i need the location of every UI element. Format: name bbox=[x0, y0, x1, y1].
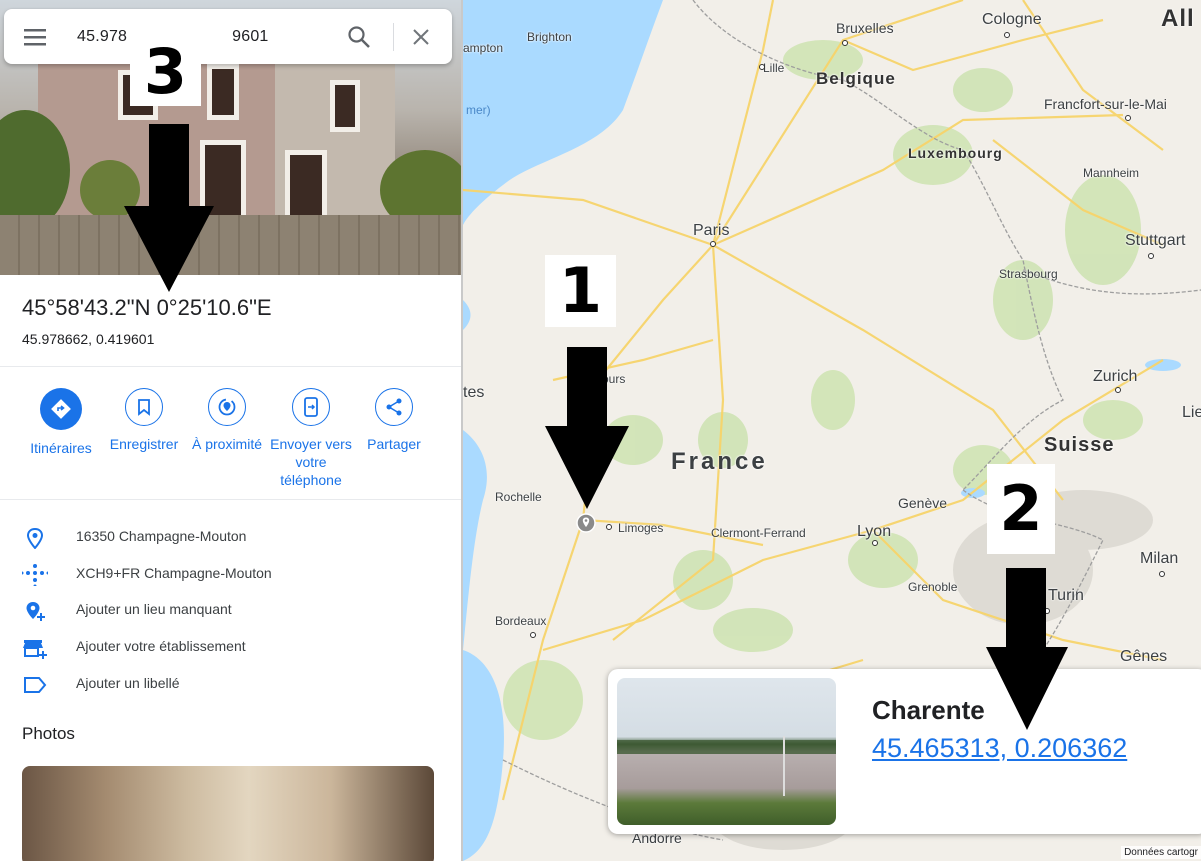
location-marker-icon[interactable] bbox=[576, 513, 596, 533]
map-label-geneve: Genève bbox=[898, 495, 948, 511]
share-icon bbox=[375, 388, 413, 426]
annotation-number-2: 2 bbox=[987, 464, 1055, 554]
city-dot bbox=[530, 632, 536, 638]
photos-heading: Photos bbox=[22, 724, 75, 743]
save-label: Enregistrer bbox=[109, 436, 179, 452]
map-label-stuttgart: Stuttgart bbox=[1125, 232, 1186, 249]
map-label-all: All bbox=[1161, 5, 1195, 32]
send-to-phone-icon bbox=[292, 388, 330, 426]
save-button[interactable]: Enregistrer bbox=[102, 388, 186, 453]
menu-icon[interactable] bbox=[23, 27, 47, 47]
add-business-text: Ajouter votre établissement bbox=[76, 638, 246, 654]
place-decimal-coords: 45.978662, 0.419601 bbox=[22, 331, 155, 347]
map-label-limoges: Limoges bbox=[618, 521, 664, 535]
map-label-genes: Gênes bbox=[1120, 648, 1168, 665]
annotation-arrow-down-icon bbox=[986, 568, 1068, 730]
add-business-icon bbox=[23, 640, 47, 659]
city-dot bbox=[1125, 115, 1131, 121]
annotation-number-3: 3 bbox=[130, 38, 201, 106]
plus-code-row[interactable]: XCH9+FR Champagne-Mouton bbox=[0, 556, 461, 592]
city-dot bbox=[759, 64, 765, 70]
map-label-liechtenstein: Lie bbox=[1182, 404, 1201, 421]
map-label-strasbourg: Strasbourg bbox=[999, 267, 1058, 281]
map-label-francfort: Francfort-sur-le-Mai bbox=[1044, 96, 1167, 112]
plus-code-icon bbox=[22, 564, 48, 586]
city-dot bbox=[1148, 253, 1154, 259]
bookmark-icon bbox=[125, 388, 163, 426]
nearby-button[interactable]: À proximité bbox=[185, 388, 269, 453]
close-icon[interactable] bbox=[412, 28, 430, 46]
share-button[interactable]: Partager bbox=[352, 388, 436, 453]
add-label-text: Ajouter un libellé bbox=[76, 675, 180, 691]
address-row[interactable]: 16350 Champagne-Mouton bbox=[0, 519, 461, 555]
map-label-suisse: Suisse bbox=[1044, 434, 1115, 456]
divider bbox=[0, 366, 461, 367]
nearby-icon bbox=[208, 388, 246, 426]
directions-button[interactable]: Itinéraires bbox=[19, 388, 103, 457]
map-label-mannheim: Mannheim bbox=[1083, 166, 1140, 180]
map-label-cologne: Cologne bbox=[982, 11, 1042, 28]
label-icon bbox=[24, 677, 47, 693]
streetview-card-title: Charente bbox=[872, 695, 985, 725]
search-separator bbox=[393, 23, 394, 51]
plus-code-text: XCH9+FR Champagne-Mouton bbox=[76, 565, 272, 581]
location-pin-icon bbox=[26, 527, 44, 549]
divider bbox=[0, 499, 461, 500]
annotation-arrow-down-icon bbox=[124, 124, 214, 292]
map-label-lille: Lille bbox=[763, 61, 785, 75]
address-text: 16350 Champagne-Mouton bbox=[76, 528, 247, 544]
search-icon[interactable] bbox=[347, 25, 371, 49]
map-label-bruxelles: Bruxelles bbox=[836, 20, 894, 36]
place-panel: 45.978 9601 45°58'43.2"N 0°25'10.6"E 45.9… bbox=[0, 0, 461, 861]
city-dot bbox=[1115, 387, 1121, 393]
directions-icon bbox=[40, 388, 82, 430]
add-missing-place-row[interactable]: Ajouter un lieu manquant bbox=[0, 592, 461, 628]
search-box[interactable]: 45.978 9601 bbox=[4, 9, 452, 64]
place-title: 45°58'43.2"N 0°25'10.6"E bbox=[22, 295, 272, 320]
add-business-row[interactable]: Ajouter votre établissement bbox=[0, 629, 461, 665]
directions-label: Itinéraires bbox=[30, 440, 92, 456]
photo-thumbnail[interactable] bbox=[22, 766, 434, 861]
map-label-bordeaux: Bordeaux bbox=[495, 614, 547, 628]
add-label-row[interactable]: Ajouter un libellé bbox=[0, 666, 461, 702]
city-dot bbox=[842, 40, 848, 46]
add-place-icon bbox=[26, 602, 45, 621]
map-label-belgique: Belgique bbox=[816, 69, 896, 88]
streetview-thumbnail[interactable] bbox=[617, 678, 836, 825]
map-attribution[interactable]: Données cartogr bbox=[1121, 846, 1201, 859]
city-dot bbox=[710, 241, 716, 247]
map-label-zurich: Zurich bbox=[1093, 368, 1138, 385]
map-label-la-rochelle: Rochelle bbox=[495, 490, 542, 504]
map-label-nantes: tes bbox=[463, 384, 485, 401]
map-label-ampton: ampton bbox=[463, 41, 504, 55]
map-label-milan: Milan bbox=[1140, 550, 1179, 567]
map-label-paris: Paris bbox=[693, 222, 730, 239]
nearby-label: À proximité bbox=[191, 436, 263, 452]
annotation-arrow-down-icon bbox=[545, 347, 629, 509]
city-dot bbox=[1159, 571, 1165, 577]
streetview-card-coords-link[interactable]: 45.465313, 0.206362 bbox=[872, 733, 1127, 764]
map-label-france: France bbox=[671, 448, 768, 475]
send-to-phone-label: Envoyer vers votre téléphone bbox=[270, 436, 352, 488]
map-label-sea: mer) bbox=[466, 103, 491, 117]
share-label: Partager bbox=[367, 436, 421, 452]
send-to-phone-button[interactable]: Envoyer vers votre téléphone bbox=[269, 388, 353, 489]
city-dot bbox=[606, 524, 612, 530]
city-dot bbox=[872, 540, 878, 546]
map-label-brighton: Brighton bbox=[527, 30, 572, 44]
map-label-grenoble: Grenoble bbox=[908, 580, 958, 594]
map-label-clermont-ferrand: Clermont-Ferrand bbox=[711, 526, 806, 540]
city-dot bbox=[1004, 32, 1010, 38]
map-label-luxembourg: Luxembourg bbox=[908, 145, 1003, 161]
annotation-number-1: 1 bbox=[545, 255, 616, 327]
map-label-lyon: Lyon bbox=[857, 523, 892, 540]
add-missing-place-text: Ajouter un lieu manquant bbox=[76, 601, 232, 617]
